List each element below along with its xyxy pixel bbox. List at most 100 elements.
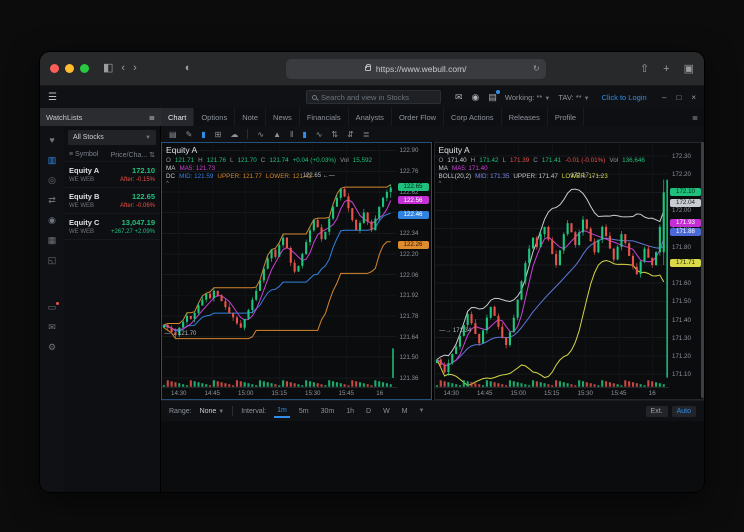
candle-type-icon[interactable]: ▮ xyxy=(201,130,205,139)
markets-icon[interactable]: ▥ xyxy=(48,156,57,165)
share-icon[interactable]: ⇧ xyxy=(640,62,649,75)
discover-icon[interactable]: ◎ xyxy=(48,176,56,185)
watchlist-row[interactable]: Equity CWE WEB13,047.19+267.27 +2.09% xyxy=(64,214,160,240)
snapshot-icon[interactable]: ▤ xyxy=(169,130,177,139)
tab-order-flow[interactable]: Order Flow xyxy=(392,108,444,126)
forward-icon[interactable]: › xyxy=(133,63,137,74)
price-tick: 171.30 xyxy=(672,335,691,342)
tab-releases[interactable]: Releases xyxy=(502,108,548,126)
watchlist-row-right: 172.10 After: -0.15% xyxy=(120,166,155,183)
plot-area[interactable]: Equity AO121.71H121.76L121.70C121.74+0.0… xyxy=(162,143,397,387)
tab-analysts[interactable]: Analysts xyxy=(349,108,392,126)
interval-1m[interactable]: 1m xyxy=(274,405,290,418)
favorites-icon[interactable]: ♥ xyxy=(49,136,54,145)
zoom-traffic-icon[interactable] xyxy=(80,64,89,73)
app-menu-icon[interactable]: ☰ xyxy=(48,92,68,103)
login-link[interactable]: Click to Login xyxy=(602,93,647,102)
time-axis[interactable]: 14:3014:4515:0015:1515:3015:4516 xyxy=(435,387,704,399)
price-tick: 121.64 xyxy=(400,334,419,341)
interval-D[interactable]: D xyxy=(363,406,374,417)
minimize-traffic-icon[interactable] xyxy=(65,64,74,73)
interval-W[interactable]: W xyxy=(380,406,393,417)
price-axis[interactable]: 172.30172.20172.10172.00171.90171.80171.… xyxy=(669,143,703,387)
plot-wrap: Equity AO121.71H121.76L121.70C121.74+0.0… xyxy=(162,143,431,387)
new-tab-icon[interactable]: + xyxy=(663,63,669,75)
address-bar[interactable]: https://www.webull.com/ ↻ xyxy=(286,59,546,79)
compare-icon[interactable]: ⇵ xyxy=(347,130,354,139)
draw-pencil-icon[interactable]: ✎ xyxy=(186,130,193,139)
tab-corp-actions[interactable]: Corp Actions xyxy=(444,108,502,126)
axis-corner xyxy=(397,387,431,399)
nav-tabs: ChartOptionsNoteNewsFinancialsAnalystsOr… xyxy=(161,108,686,126)
symbol-sub: WE WEB xyxy=(69,177,99,183)
range-select[interactable]: None ▼ xyxy=(200,408,225,415)
briefcase-icon[interactable]: ▭ xyxy=(48,303,57,312)
chart-panel[interactable]: Equity AO171.40H171.42L171.39C171.41-0.0… xyxy=(434,142,705,400)
cloud-save-icon[interactable]: ☁ xyxy=(230,130,238,139)
curve-icon[interactable]: ∿ xyxy=(316,130,323,139)
back-icon[interactable]: ‹ xyxy=(121,63,125,74)
time-labels: 14:3014:4515:0015:1515:3015:4516 xyxy=(162,387,397,399)
community-icon[interactable]: ⇄ xyxy=(48,196,56,205)
tab-overview-icon[interactable]: ▣ xyxy=(684,62,694,75)
watchlist-columns[interactable]: ≡ Symbol Price/Cha... ⇅ xyxy=(64,149,160,162)
symbol-change: After: -0.15% xyxy=(120,177,155,183)
candlestick-icon[interactable]: ▮ xyxy=(302,130,306,139)
maximize-icon[interactable]: □ xyxy=(676,93,681,102)
left-icon-rail: ♥ ▥ ◎ ⇄ ◉ ▦ ◱ ▭ ✉ ⚙ xyxy=(40,126,64,492)
tab-news[interactable]: News xyxy=(266,108,300,126)
paper-trade-icon[interactable]: ◉ xyxy=(48,216,56,225)
scrollbar[interactable] xyxy=(701,142,704,398)
chart-panel[interactable]: Equity AO121.71H121.76L121.70C121.74+0.0… xyxy=(161,142,432,400)
interval-30m[interactable]: 30m xyxy=(318,406,338,417)
traffic-lights[interactable] xyxy=(50,64,89,73)
area-chart-icon[interactable]: ▲ xyxy=(273,130,281,139)
price-tick: 171.80 xyxy=(672,244,691,251)
close-traffic-icon[interactable] xyxy=(50,64,59,73)
tab-financials[interactable]: Financials xyxy=(300,108,349,126)
auto-toggle[interactable]: Auto xyxy=(672,406,696,417)
interval-more-icon[interactable]: ▼ xyxy=(419,408,425,414)
reload-icon[interactable]: ↻ xyxy=(533,64,540,73)
tab-chart[interactable]: Chart xyxy=(161,108,194,126)
indicators-icon[interactable]: ⇅ xyxy=(331,130,338,139)
tabs-more-icon[interactable]: ≣ xyxy=(686,108,704,126)
tab-note[interactable]: Note xyxy=(235,108,266,126)
symbol-price: 172.10 xyxy=(120,166,155,175)
vault-icon[interactable]: ◱ xyxy=(48,256,57,265)
chart-settings-icon[interactable]: ≣ xyxy=(363,130,370,139)
settings-gear-icon[interactable]: ⚙ xyxy=(48,343,56,352)
time-axis[interactable]: 14:3014:4515:0015:1515:3015:4516 xyxy=(162,387,431,399)
layout-grid-icon[interactable]: ⊞ xyxy=(215,130,222,139)
symbol-change: After: -0.06% xyxy=(120,203,155,209)
watchlist-row[interactable]: Equity BWE WEB122.65After: -0.06% xyxy=(64,188,160,214)
price-badge: 122.46 xyxy=(398,211,429,219)
watchlists-menu-icon[interactable]: ≣ xyxy=(149,113,155,122)
minimize-icon[interactable]: – xyxy=(662,93,666,102)
search-input[interactable]: Search and view in Stocks xyxy=(306,90,441,104)
ext-toggle[interactable]: Ext. xyxy=(646,406,668,417)
mail-icon[interactable]: ✉ xyxy=(455,92,463,103)
interval-1h[interactable]: 1h xyxy=(343,406,357,417)
tab-options[interactable]: Options xyxy=(194,108,235,126)
watchlist-row[interactable]: Equity AWE WEB172.10After: -0.15% xyxy=(64,162,160,188)
volume-bars-icon[interactable]: ‖ xyxy=(290,130,293,139)
interval-M[interactable]: M xyxy=(399,406,411,417)
chevron-down-icon: ▼ xyxy=(145,135,151,141)
price-axis[interactable]: 122.90122.76122.62122.48122.34122.20122.… xyxy=(397,143,431,387)
screener-icon[interactable]: ▦ xyxy=(48,236,57,245)
messages-icon[interactable]: ✉ xyxy=(48,323,56,332)
line-chart-icon[interactable]: ∿ xyxy=(257,130,264,139)
interval-5m[interactable]: 5m xyxy=(296,406,312,417)
symbol-sub: WE WEB xyxy=(69,203,99,209)
watchlist-filter-select[interactable]: All Stocks ▼ xyxy=(68,130,156,145)
symbol-price: 13,047.19 xyxy=(111,218,155,227)
sidebar-toggle-icon[interactable]: ◧ xyxy=(103,63,113,74)
plot-area[interactable]: Equity AO171.40H171.42L171.39C171.41-0.0… xyxy=(435,143,670,387)
tab-profile[interactable]: Profile xyxy=(548,108,584,126)
tav-value[interactable]: TAV: ** ▼ xyxy=(558,93,589,102)
close-icon[interactable]: × xyxy=(691,93,696,102)
support-icon[interactable]: ◉ xyxy=(472,92,480,103)
portfolio-folder-icon[interactable]: ▤ xyxy=(488,92,497,103)
working-value[interactable]: Working: ** ▼ xyxy=(505,93,550,102)
